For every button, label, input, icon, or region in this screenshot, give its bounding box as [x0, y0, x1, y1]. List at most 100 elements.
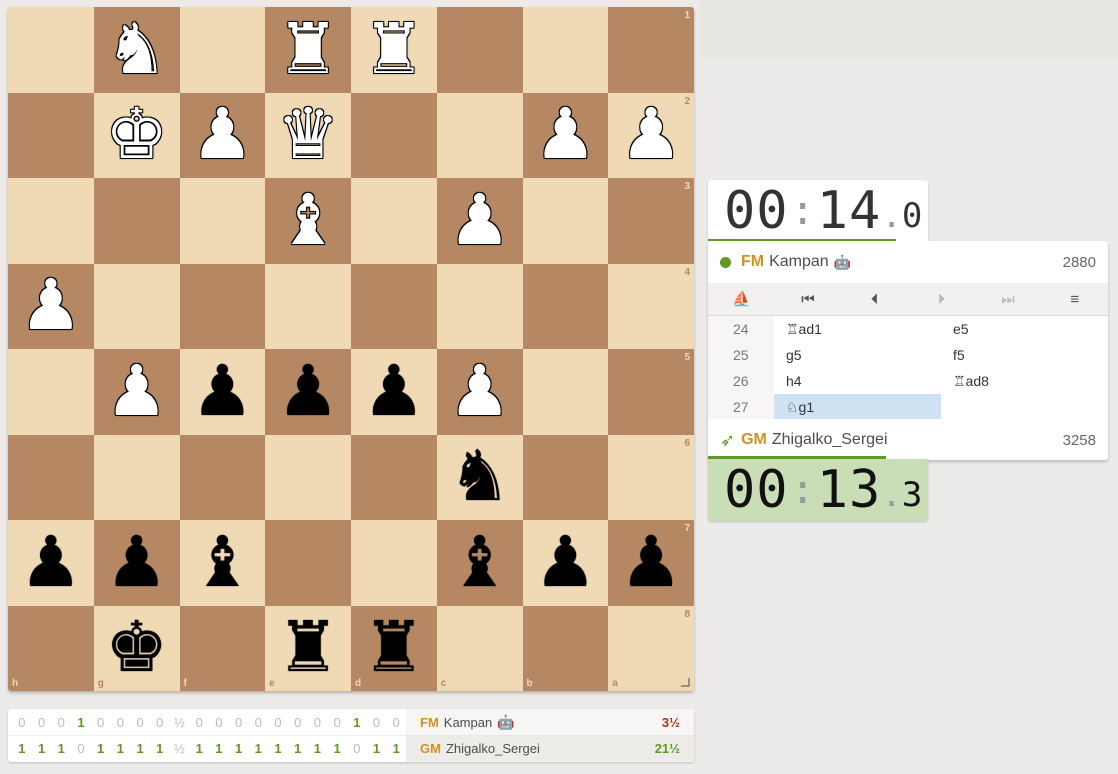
player-name[interactable]: Zhigalko_Sergei: [446, 741, 540, 756]
square[interactable]: ♟: [93, 349, 180, 435]
square[interactable]: ♟: [93, 520, 180, 606]
white-move[interactable]: h4: [774, 368, 941, 394]
square[interactable]: [93, 263, 180, 349]
square[interactable]: [265, 263, 351, 349]
black-bishop-icon[interactable]: ♝: [448, 527, 511, 597]
black-pawn-icon[interactable]: ♟: [362, 356, 425, 426]
crosstable-game-result[interactable]: 1: [209, 741, 229, 756]
square[interactable]: ♞: [436, 434, 523, 520]
crosstable-game-result[interactable]: 1: [268, 741, 288, 756]
crosstable-game-result[interactable]: 0: [71, 741, 91, 756]
square[interactable]: [8, 7, 94, 93]
self-player-row[interactable]: ➶ GM Zhigalko_Sergei 3258: [708, 419, 1108, 461]
crosstable-game-result[interactable]: 1: [367, 741, 387, 756]
crosstable-game-result[interactable]: 0: [150, 715, 170, 730]
white-knight-icon[interactable]: ♞: [105, 14, 168, 84]
square[interactable]: [436, 263, 523, 349]
crosstable-game-result[interactable]: 1: [308, 741, 328, 756]
crosstable-game-result[interactable]: 1: [12, 741, 32, 756]
crosstable-game-result[interactable]: 0: [91, 715, 111, 730]
crosstable-game-result[interactable]: 0: [386, 715, 406, 730]
black-rook-icon[interactable]: ♜: [277, 612, 340, 682]
square[interactable]: [93, 434, 180, 520]
black-rook-icon[interactable]: ♜: [362, 612, 425, 682]
square[interactable]: ♟: [179, 349, 266, 435]
square[interactable]: 1: [608, 7, 694, 93]
square[interactable]: [522, 178, 609, 264]
player-name[interactable]: Kampan: [444, 715, 492, 730]
white-pawn-icon[interactable]: ♟: [534, 99, 597, 169]
square[interactable]: [179, 434, 266, 520]
black-pawn-icon[interactable]: ♟: [620, 527, 683, 597]
square[interactable]: ♟: [179, 92, 266, 178]
black-move[interactable]: [941, 394, 1108, 419]
square[interactable]: 5: [608, 349, 694, 435]
white-pawn-icon[interactable]: ♟: [620, 99, 683, 169]
square[interactable]: ♟: [436, 178, 523, 264]
square[interactable]: [351, 178, 437, 264]
black-king-icon[interactable]: ♚: [105, 612, 168, 682]
square[interactable]: f: [179, 605, 266, 691]
square[interactable]: [8, 178, 94, 264]
square[interactable]: 6: [608, 434, 694, 520]
crosstable-game-result[interactable]: 0: [189, 715, 209, 730]
crosstable-game-result[interactable]: ½: [170, 715, 190, 730]
square[interactable]: ♛: [265, 92, 351, 178]
white-move[interactable]: ♖ad1: [774, 316, 941, 342]
square[interactable]: ♟: [351, 349, 437, 435]
crosstable-game-result[interactable]: 1: [51, 741, 71, 756]
crosstable-game-result[interactable]: 0: [367, 715, 387, 730]
square[interactable]: [179, 263, 266, 349]
crosstable-game-result[interactable]: 1: [91, 741, 111, 756]
black-knight-icon[interactable]: ♞: [448, 441, 511, 511]
last-move-icon[interactable]: ⏭: [975, 291, 1042, 308]
square[interactable]: 8a: [608, 605, 694, 691]
square[interactable]: [522, 263, 609, 349]
menu-icon[interactable]: ≡: [1041, 291, 1108, 308]
square[interactable]: [8, 349, 94, 435]
square[interactable]: ♚: [93, 92, 180, 178]
crosstable-game-result[interactable]: 0: [327, 715, 347, 730]
white-pawn-icon[interactable]: ♟: [448, 185, 511, 255]
square[interactable]: ♟: [522, 92, 609, 178]
crosstable-game-result[interactable]: 0: [12, 715, 32, 730]
white-pawn-icon[interactable]: ♟: [448, 356, 511, 426]
crosstable-game-result[interactable]: 0: [268, 715, 288, 730]
crosstable-game-result[interactable]: 1: [189, 741, 209, 756]
white-king-icon[interactable]: ♚: [105, 99, 168, 169]
crosstable-game-result[interactable]: 0: [308, 715, 328, 730]
square[interactable]: [179, 178, 266, 264]
square[interactable]: h: [8, 605, 94, 691]
square[interactable]: 4: [608, 263, 694, 349]
analysis-board-icon[interactable]: ⛵: [708, 290, 775, 308]
crosstable-game-result[interactable]: 1: [150, 741, 170, 756]
square[interactable]: ♞: [93, 7, 180, 93]
black-pawn-icon[interactable]: ♟: [277, 356, 340, 426]
previous-move-icon[interactable]: ⏴: [841, 291, 908, 308]
square[interactable]: [265, 434, 351, 520]
black-move[interactable]: f5: [941, 342, 1108, 368]
square[interactable]: [8, 92, 94, 178]
black-move[interactable]: e5: [941, 316, 1108, 342]
square[interactable]: [351, 434, 437, 520]
white-bishop-icon[interactable]: ♝: [277, 185, 340, 255]
square[interactable]: ♟: [436, 349, 523, 435]
crosstable-game-result[interactable]: ½: [170, 741, 190, 756]
crosstable-game-result[interactable]: 1: [248, 741, 268, 756]
crosstable-game-result[interactable]: 1: [386, 741, 406, 756]
square[interactable]: ♟: [265, 349, 351, 435]
crosstable-game-result[interactable]: 1: [229, 741, 249, 756]
crosstable-game-result[interactable]: 1: [327, 741, 347, 756]
crosstable-game-result[interactable]: 0: [347, 741, 367, 756]
next-move-icon[interactable]: ⏵: [908, 291, 975, 308]
crosstable-game-result[interactable]: 1: [130, 741, 150, 756]
square[interactable]: [522, 434, 609, 520]
square[interactable]: ♚ g: [93, 605, 180, 691]
black-move[interactable]: ♖ad8: [941, 368, 1108, 394]
crosstable-game-result[interactable]: 0: [130, 715, 150, 730]
first-move-icon[interactable]: ⏮: [775, 291, 842, 308]
black-pawn-icon[interactable]: ♟: [105, 527, 168, 597]
square[interactable]: ♟: [522, 520, 609, 606]
crosstable-game-result[interactable]: 1: [32, 741, 52, 756]
square[interactable]: [351, 263, 437, 349]
